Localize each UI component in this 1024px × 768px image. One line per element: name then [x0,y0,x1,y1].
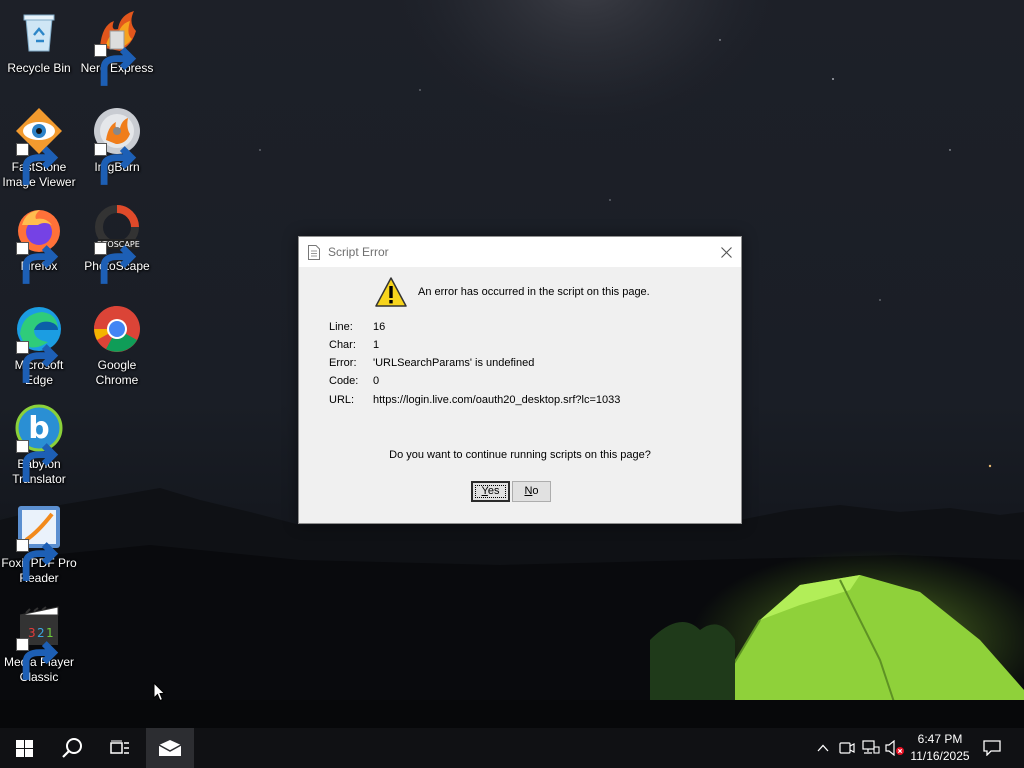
info-key: Char: [329,339,356,351]
faststone-icon [14,106,64,185]
start-button[interactable] [0,728,48,768]
svg-text:1: 1 [46,626,54,640]
desktop-icon-foxit[interactable]: Foxit PDF Pro Reader [0,502,78,586]
shortcut-arrow-icon [16,638,59,680]
volume-button[interactable] [884,728,906,768]
script-error-dialog: Script Error An error has occurred in th… [298,236,742,524]
info-value: 0 [373,375,380,387]
search-icon [62,738,82,758]
shortcut-arrow-icon [16,242,59,284]
mouse-pointer-icon [153,682,166,702]
meet-now-icon [839,742,855,754]
chevron-up-icon [817,744,829,752]
info-value: https://login.live.com/oauth20_desktop.s… [373,394,621,406]
desktop-icon-media-player-classic[interactable]: 321 Media Player Classic [0,601,78,685]
task-view-icon [110,740,129,754]
shortcut-arrow-icon [94,44,137,86]
show-hidden-icons-button[interactable] [812,728,834,768]
svg-text:2: 2 [37,626,45,640]
notification-center-button[interactable] [978,728,1006,768]
desktop-icon-faststone[interactable]: FastStone Image Viewer [0,106,78,190]
mail-icon [158,740,182,756]
volume-muted-icon [885,740,904,756]
yes-button[interactable]: Yes [471,481,510,502]
shortcut-arrow-icon [16,143,59,185]
info-key: Line: [329,321,353,333]
button-label: o [532,485,539,497]
info-value: 16 [373,321,386,333]
chrome-icon [92,304,142,354]
access-key: Y [481,485,488,497]
error-message: An error has occurred in the script on t… [418,286,650,298]
continue-question: Do you want to continue running scripts … [389,449,651,461]
search-button[interactable] [48,728,96,768]
desktop-icon-label: Recycle Bin [7,61,71,75]
babylon-icon: b [14,403,64,482]
shortcut-arrow-icon [94,242,137,284]
network-icon [862,740,880,754]
document-icon [308,245,320,260]
taskbar: 6:47 PM 11/16/2025 [0,728,1024,768]
desktop-icon-recycle-bin[interactable]: Recycle Bin [0,7,78,76]
shortcut-arrow-icon [16,539,59,581]
network-button[interactable] [860,728,882,768]
foxit-icon [14,502,64,581]
meet-now-button[interactable] [836,728,858,768]
no-button[interactable]: No [512,481,551,502]
imgburn-icon [92,106,142,185]
info-key: URL: [329,394,355,406]
info-key: Code: [329,375,359,387]
warning-icon [375,277,407,307]
notification-icon [983,740,1001,756]
desktop-icon-label: Google Chrome [95,358,139,387]
info-value: 'URLSearchParams' is undefined [373,357,535,369]
task-view-button[interactable] [96,728,144,768]
dialog-title: Script Error [328,245,389,259]
desktop-icon-imgburn[interactable]: ImgBurn [78,106,156,185]
mail-taskbar-button[interactable] [146,728,194,768]
recycle-bin-icon [14,7,64,57]
firefox-icon [14,205,64,284]
svg-text:3: 3 [28,626,36,640]
close-button[interactable] [711,237,741,267]
desktop-icon-firefox[interactable]: Firefox [0,205,78,284]
info-value: 1 [373,339,380,351]
shortcut-arrow-icon [16,440,59,482]
info-key: Error: [329,357,357,369]
photoscape-icon: OTOSCAPE [92,205,142,284]
shortcut-arrow-icon [16,341,59,383]
windows-start-icon [15,739,33,757]
clock[interactable]: 6:47 PM 11/16/2025 [904,731,976,765]
clock-time: 6:47 PM [917,732,963,746]
desktop-icon-nero-express[interactable]: Nero Express [78,7,156,86]
desktop-icon-chrome[interactable]: Google Chrome [78,304,156,388]
dialog-titlebar[interactable]: Script Error [299,237,741,267]
nero-express-icon [92,7,142,86]
shortcut-arrow-icon [94,143,137,185]
close-icon [720,246,732,258]
edge-icon [14,304,64,383]
desktop-icon-edge[interactable]: Microsoft Edge [0,304,78,388]
clock-date: 11/16/2025 [910,749,970,763]
button-label: es [487,485,500,497]
desktop-icon-babylon[interactable]: b Babylon Translator [0,403,78,487]
desktop-icon-photoscape[interactable]: OTOSCAPE PhotoScape [78,205,156,284]
media-player-classic-icon: 321 [14,601,64,680]
